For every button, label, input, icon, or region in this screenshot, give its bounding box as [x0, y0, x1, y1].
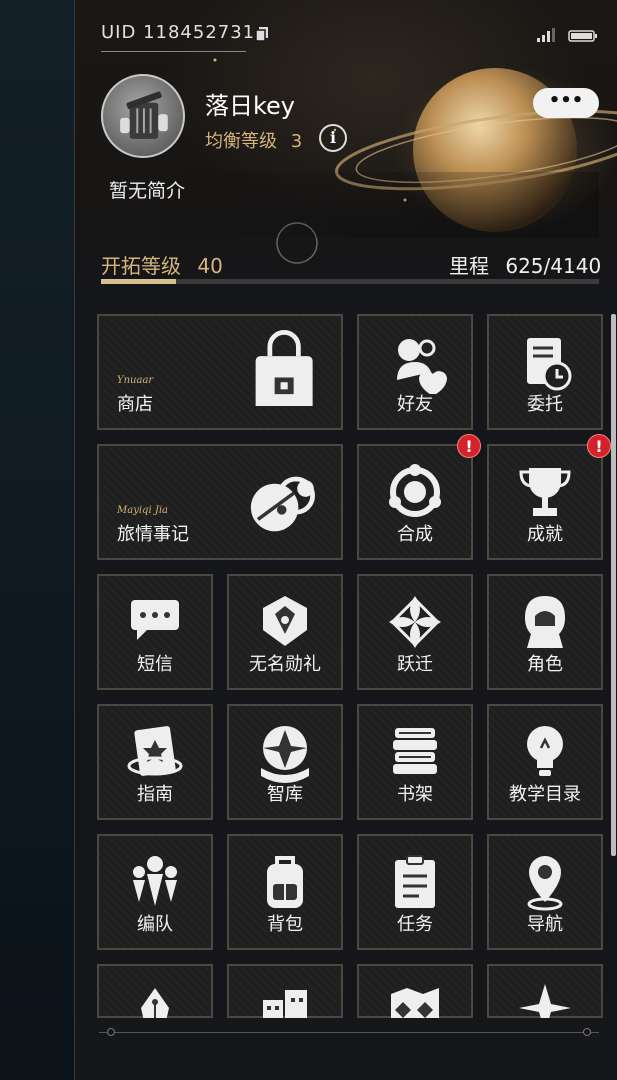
menu-tile-label: 旅情事记 — [117, 524, 189, 545]
signal-icon — [537, 28, 555, 42]
trailblaze-label: 开拓等级 — [101, 254, 181, 278]
message-icon — [131, 600, 179, 640]
menu-tile-label: 商店 — [117, 394, 153, 415]
menu-tile-bookshelf[interactable]: 书架 — [357, 704, 473, 820]
menu-tile-navigation-pin[interactable]: 导航 — [487, 834, 603, 950]
menu-tile-label: 编队 — [137, 914, 173, 935]
friends-icon — [397, 339, 447, 394]
notification-badge: ! — [457, 434, 481, 458]
more-options-button[interactable]: ••• — [533, 88, 599, 118]
mileage-progress-fill — [101, 279, 177, 284]
notification-badge: ! — [587, 434, 611, 458]
menu-tile-label: 短信 — [137, 654, 173, 675]
copy-icon[interactable] — [255, 26, 269, 42]
menu-tile-backpack[interactable]: 背包 — [227, 834, 343, 950]
uid-text: UID 118452731 — [101, 22, 256, 43]
menu-tile-warp[interactable]: 跃迁 — [357, 574, 473, 690]
bio-text[interactable]: 暂无简介 — [109, 176, 185, 203]
menu-tile-city[interactable] — [227, 964, 343, 1036]
menu-tile-tutorial-bulb[interactable]: 教学目录 — [487, 704, 603, 820]
backpack-icon — [267, 856, 303, 908]
bottom-divider — [99, 1032, 599, 1033]
menu-tile-label: 教学目录 — [509, 784, 581, 805]
shop-bag-icon — [255, 330, 313, 406]
guide-icon — [127, 726, 183, 776]
username: 落日key — [205, 92, 296, 120]
background-left — [0, 0, 74, 1080]
menu-tile-label: 书架 — [397, 784, 433, 805]
nameless-honor-icon — [263, 596, 307, 646]
mission-icon — [395, 855, 435, 908]
scrollbar[interactable] — [611, 314, 616, 856]
battery-icon — [568, 30, 597, 42]
menu-tile-subtitle: Mayiqi Jia — [117, 505, 168, 516]
menu-tile-label: 导航 — [527, 914, 563, 935]
menu-tile-label: 指南 — [137, 784, 173, 805]
menu-tile-pen-nib[interactable] — [97, 964, 213, 1034]
avatar[interactable] — [101, 74, 185, 158]
menu-tile-shop-bag[interactable]: Ynuaar 商店 — [97, 314, 343, 430]
menu-tile-friends[interactable]: 好友 — [357, 314, 473, 430]
trailblaze-level: 开拓等级 40 — [101, 250, 223, 279]
menu-tile-database[interactable]: 智库 — [227, 704, 343, 820]
menu-tile-label: 智库 — [267, 784, 303, 805]
journal-orb-icon — [250, 476, 315, 532]
menu-tile-label: 合成 — [397, 524, 433, 545]
equilibrium-label: 均衡等级 — [205, 131, 277, 152]
menu-tile-guide[interactable]: 指南 — [97, 704, 213, 820]
menu-tile-label: 任务 — [397, 914, 433, 935]
warp-icon — [389, 596, 441, 648]
menu-tile-map[interactable] — [357, 964, 473, 1036]
bottom-divider-dot-left — [107, 1028, 115, 1036]
team-icon — [133, 856, 177, 906]
mileage: 里程 625/4140 — [449, 250, 601, 279]
bottom-bar — [75, 1018, 617, 1080]
info-icon[interactable]: i — [319, 124, 347, 152]
character-icon — [525, 596, 565, 648]
synthesis-icon — [389, 464, 441, 517]
mileage-value: 625/4140 — [505, 254, 602, 278]
menu-tile-star-path[interactable] — [487, 964, 603, 1040]
equilibrium-value: 3 — [290, 131, 303, 152]
phone-menu-panel: UID 118452731 落日key 均衡等级 3 i ••• 暂无简介 开拓… — [74, 0, 617, 1080]
menu-tile-trophy[interactable]: 成就 — [487, 444, 603, 560]
menu-tile-label: 成就 — [527, 524, 563, 545]
tutorial-bulb-icon — [527, 726, 563, 776]
menu-tile-label: 好友 — [397, 394, 433, 415]
uid-underline — [101, 51, 246, 52]
menu-tile-label: 跃迁 — [397, 654, 433, 675]
menu-tile-nameless-honor[interactable]: 无名勋礼 — [227, 574, 343, 690]
bottom-divider-dot-right — [583, 1028, 591, 1036]
menu-tile-assignment[interactable]: 委托 — [487, 314, 603, 430]
trash-can-avatar-icon — [120, 91, 168, 139]
menu-tile-team[interactable]: 编队 — [97, 834, 213, 950]
menu-tile-label: 无名勋礼 — [249, 654, 321, 675]
bookshelf-icon — [393, 728, 437, 774]
trailblaze-value: 40 — [197, 254, 223, 278]
database-icon — [261, 726, 309, 783]
equilibrium-level: 均衡等级 3 — [205, 127, 302, 153]
trophy-icon — [519, 468, 571, 516]
mileage-label: 里程 — [449, 254, 489, 278]
menu-tile-journal-orb[interactable]: Mayiqi Jia 旅情事记 — [97, 444, 343, 560]
navigation-pin-icon — [527, 856, 563, 911]
assignment-icon — [527, 338, 572, 391]
menu-tile-label: 委托 — [527, 394, 563, 415]
menu-tile-character[interactable]: 角色 — [487, 574, 603, 690]
menu-tile-message[interactable]: 短信 — [97, 574, 213, 690]
mileage-progress-track — [101, 279, 599, 284]
menu-tile-synthesis[interactable]: 合成 — [357, 444, 473, 560]
menu-tile-mission[interactable]: 任务 — [357, 834, 473, 950]
menu-tile-label: 角色 — [527, 654, 563, 675]
menu-tile-subtitle: Ynuaar — [117, 375, 154, 386]
menu-tile-label: 背包 — [267, 914, 303, 935]
